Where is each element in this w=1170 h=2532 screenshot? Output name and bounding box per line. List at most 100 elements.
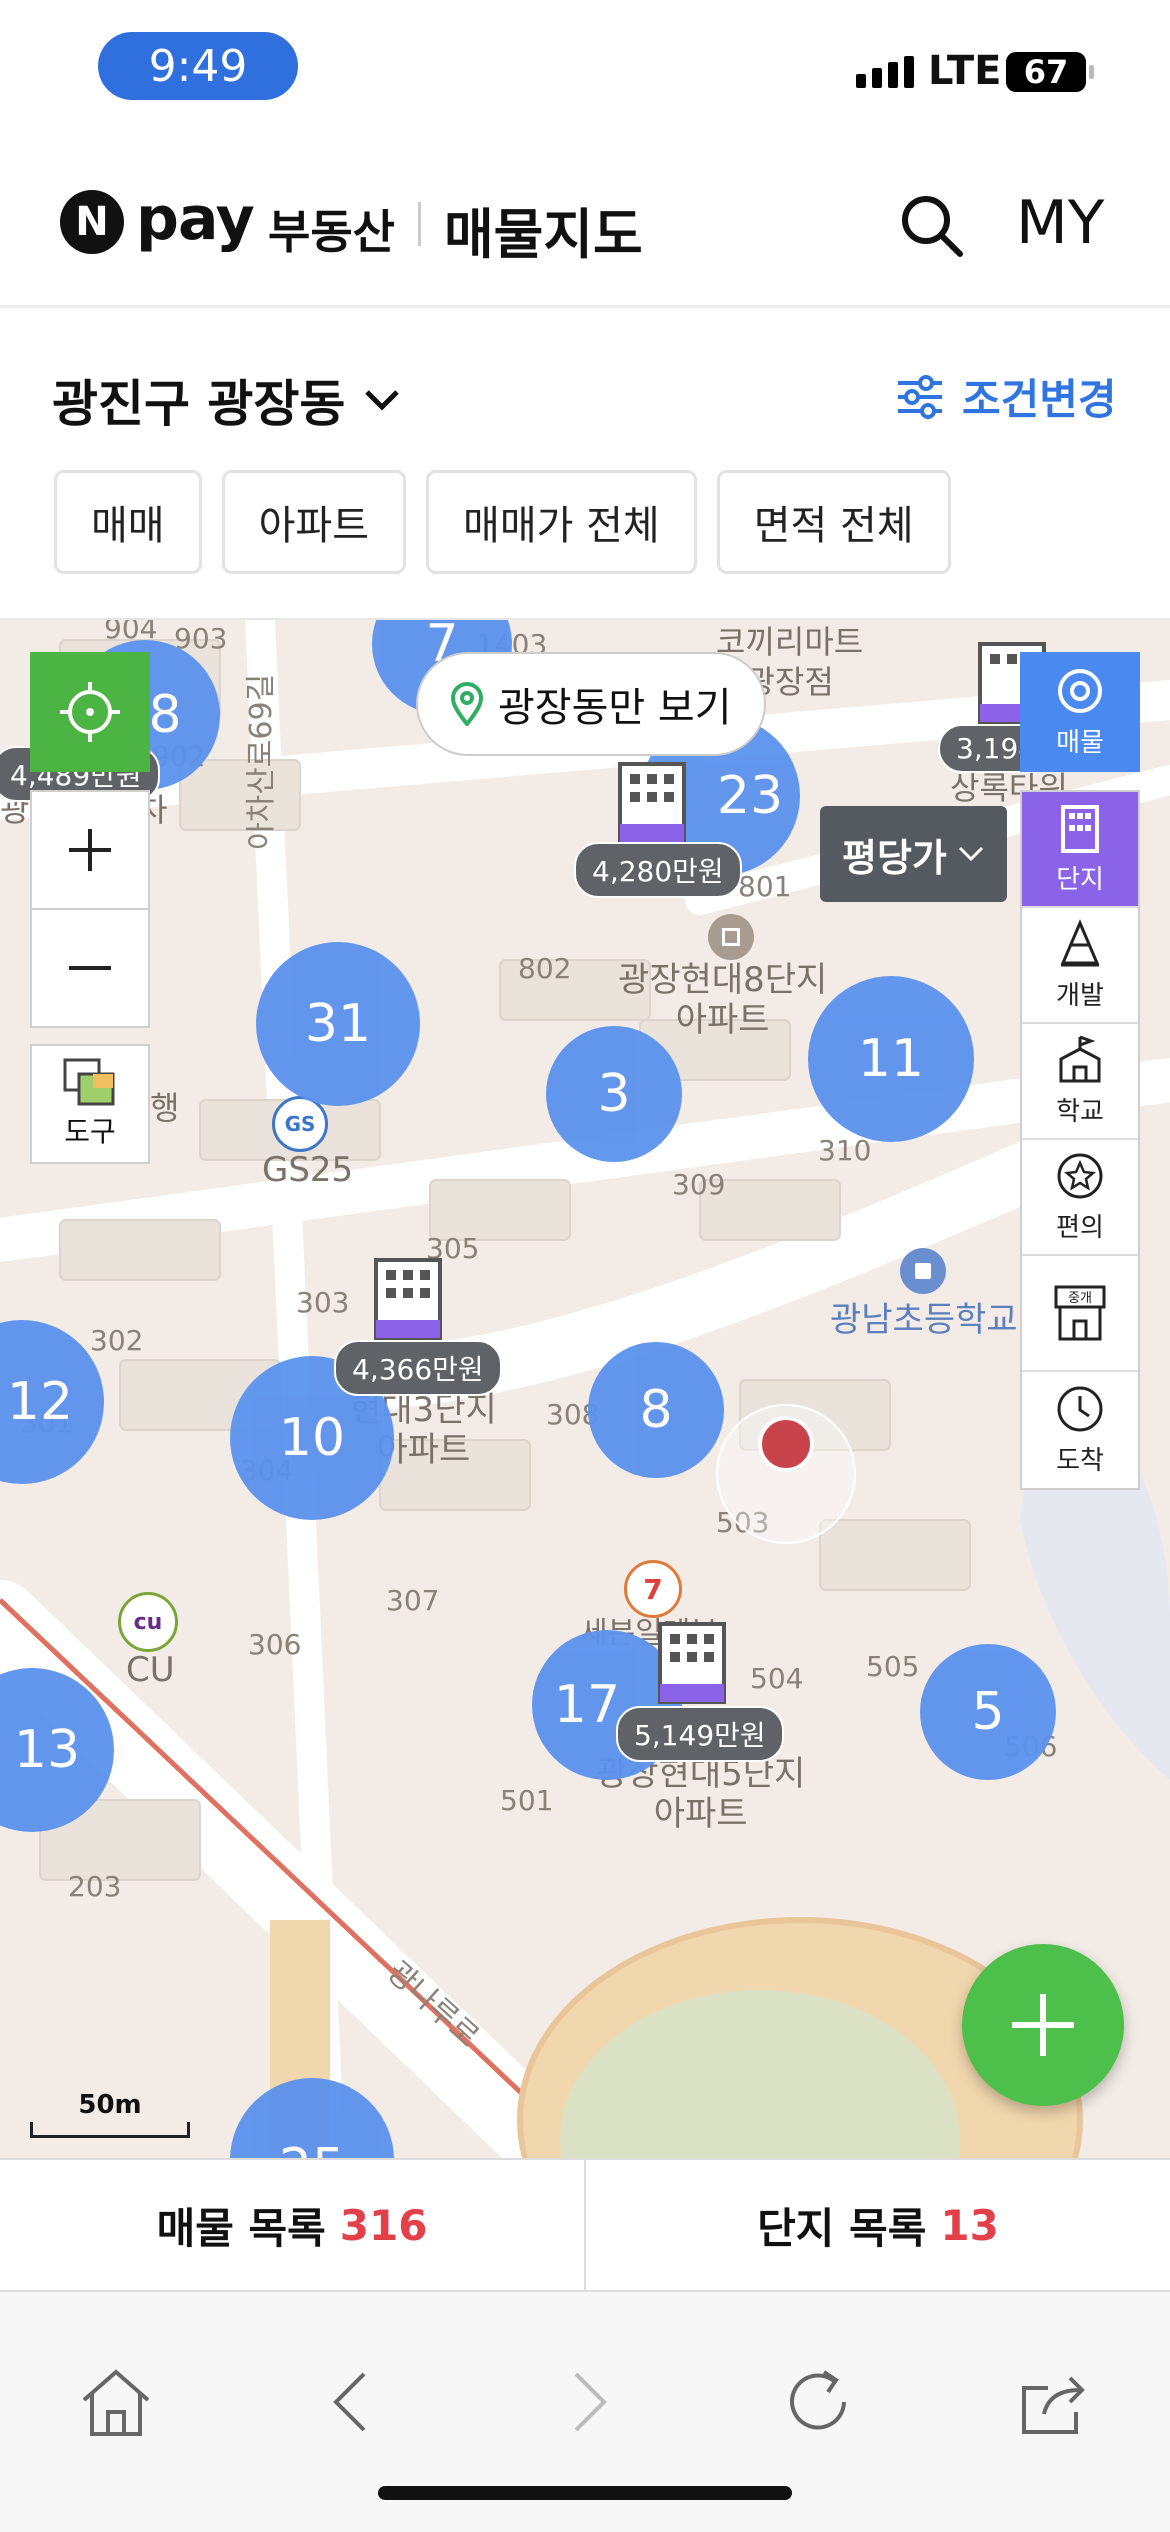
bottom-tabs: 매물 목록 316 단지 목록 13 <box>0 2158 1170 2290</box>
my-button[interactable]: MY <box>1016 188 1104 258</box>
filter-chip-type[interactable]: 아파트 <box>221 470 407 574</box>
signal-icon <box>856 56 914 88</box>
bldg-num: 505 <box>866 1650 920 1683</box>
bldg-num: 504 <box>750 1662 804 1695</box>
page-title: 매물지도 <box>444 203 643 266</box>
condition-change-button[interactable]: 조건변경 <box>896 366 1117 427</box>
price-type-dropdown[interactable]: 평당가 <box>820 806 1007 902</box>
layer-convenience-button[interactable]: 편의 <box>1022 1140 1138 1256</box>
price-tag[interactable]: 4,366만원 <box>334 1340 502 1396</box>
share-icon[interactable] <box>1014 2362 1094 2442</box>
building-marker-icon[interactable] <box>616 760 688 846</box>
layer-school-button[interactable]: 학교 <box>1022 1024 1138 1140</box>
tab-complex-label: 단지 목록 <box>757 2203 927 2253</box>
target-icon <box>1058 668 1102 713</box>
bldg-num: 501 <box>500 1784 554 1817</box>
forward-icon[interactable] <box>548 2362 628 2442</box>
layers-icon <box>63 1058 115 1106</box>
bldg-num: 303 <box>296 1286 350 1319</box>
filter-chip-trade[interactable]: 매매 <box>54 470 202 574</box>
location-pin-icon <box>450 682 484 726</box>
school-poi-icon <box>900 1248 946 1294</box>
building-marker-icon[interactable] <box>656 1620 728 1706</box>
brand-sub: 부동산 <box>268 205 395 259</box>
bldg-num: 309 <box>672 1168 726 1201</box>
layer-complex-button[interactable]: 단지 <box>1022 792 1138 908</box>
brand-divider <box>418 202 421 246</box>
layer-development-button[interactable]: 개발 <box>1022 908 1138 1024</box>
cone-icon <box>1060 918 1100 966</box>
layer-listings-label: 매물 <box>1056 727 1104 758</box>
locate-me-button[interactable] <box>30 652 150 772</box>
tab-listings[interactable]: 매물 목록 316 <box>0 2160 584 2290</box>
scale-label: 50m <box>78 2090 142 2120</box>
cu-icon: cu <box>118 1592 178 1652</box>
chevron-down-icon <box>365 390 400 411</box>
filter-bar: 광진구 광장동 조건변경 매매 아파트 매매가 전체 면적 전체 <box>0 308 1170 620</box>
cluster-bubble[interactable]: 3 <box>546 1026 682 1162</box>
place-hyundai8: 광장현대8단지 아파트 <box>618 960 828 1040</box>
layer-broker-button[interactable]: 중개 <box>1022 1256 1138 1372</box>
npay-logo-icon[interactable]: N <box>60 190 124 254</box>
bldg-num: 302 <box>90 1324 144 1357</box>
layer-arrival-label: 도착 <box>1056 1445 1104 1476</box>
region-label: 광진구 광장동 <box>52 375 346 433</box>
price-tag[interactable]: 5,149만원 <box>616 1706 784 1762</box>
tab-listings-count: 316 <box>339 2200 428 2250</box>
filter-chips: 매매 아파트 매매가 전체 면적 전체 <box>54 470 951 574</box>
building-icon <box>1061 804 1099 853</box>
price-type-label: 평당가 <box>842 835 947 880</box>
bldg-num: 306 <box>248 1628 302 1661</box>
place-gs25: GS25 <box>262 1150 354 1190</box>
cluster-bubble[interactable]: 8 <box>588 1342 724 1478</box>
zoom-out-button[interactable] <box>30 908 150 1028</box>
map-scale: 50m <box>30 2090 190 2138</box>
filter-chip-price[interactable]: 매매가 전체 <box>426 470 697 574</box>
place-school: 광남초등학교 <box>830 1300 1018 1340</box>
condition-change-label: 조건변경 <box>962 375 1117 424</box>
bldg-num: 307 <box>386 1584 440 1617</box>
price-tag[interactable]: 4,280만원 <box>574 842 742 898</box>
map-view[interactable]: 904 903 902 1403 801 802 309 310 305 303… <box>0 620 1170 2158</box>
brand-pay: pay <box>136 184 255 254</box>
building-marker-icon[interactable] <box>372 1256 444 1342</box>
network-label: LTE <box>928 48 1002 94</box>
only-dong-label: 광장동만 보기 <box>498 685 732 731</box>
zoom-in-button[interactable] <box>30 790 150 910</box>
svg-text:중개: 중개 <box>1068 1291 1092 1306</box>
home-icon[interactable] <box>76 2362 156 2442</box>
search-icon[interactable] <box>896 190 966 260</box>
refresh-icon[interactable] <box>778 2362 858 2442</box>
gs25-icon: GS <box>272 1096 328 1152</box>
layer-listings-button[interactable]: 매물 <box>1020 652 1140 772</box>
filter-chip-area[interactable]: 면적 전체 <box>716 470 951 574</box>
layer-complex-label: 단지 <box>1056 864 1104 895</box>
place-haeng: 행 <box>150 1089 180 1127</box>
cluster-bubble[interactable]: 31 <box>256 942 420 1106</box>
cluster-bubble[interactable]: 11 <box>808 976 974 1142</box>
tools-button[interactable]: 도구 <box>30 1044 150 1164</box>
scale-bar <box>30 2122 190 2138</box>
tab-complex[interactable]: 단지 목록 13 <box>584 2160 1170 2290</box>
add-fab-button[interactable] <box>962 1944 1124 2106</box>
crosshair-icon <box>60 682 120 742</box>
minus-icon <box>69 966 111 970</box>
current-location-icon <box>758 1416 814 1472</box>
bldg-num: 310 <box>818 1134 872 1167</box>
layer-development-label: 개발 <box>1056 980 1104 1011</box>
region-selector[interactable]: 광진구 광장동 <box>52 364 401 436</box>
only-dong-button[interactable]: 광장동만 보기 <box>416 652 766 756</box>
sliders-icon <box>898 374 942 419</box>
tab-complex-count: 13 <box>940 2200 999 2250</box>
clock-icon <box>1057 1386 1103 1431</box>
back-icon[interactable] <box>312 2362 392 2442</box>
road-label: 아차산로69길 <box>244 673 279 850</box>
cluster-bubble[interactable]: 5 <box>920 1644 1056 1780</box>
layer-convenience-label: 편의 <box>1056 1212 1104 1243</box>
star-circle-icon <box>1057 1153 1103 1198</box>
layer-arrival-button[interactable]: 도착 <box>1022 1372 1138 1488</box>
app-header: N pay 부동산 매물지도 MY <box>0 140 1170 308</box>
plus-icon <box>1012 1994 1074 2056</box>
tools-label: 도구 <box>64 1115 116 1148</box>
chevron-down-icon <box>958 846 983 862</box>
